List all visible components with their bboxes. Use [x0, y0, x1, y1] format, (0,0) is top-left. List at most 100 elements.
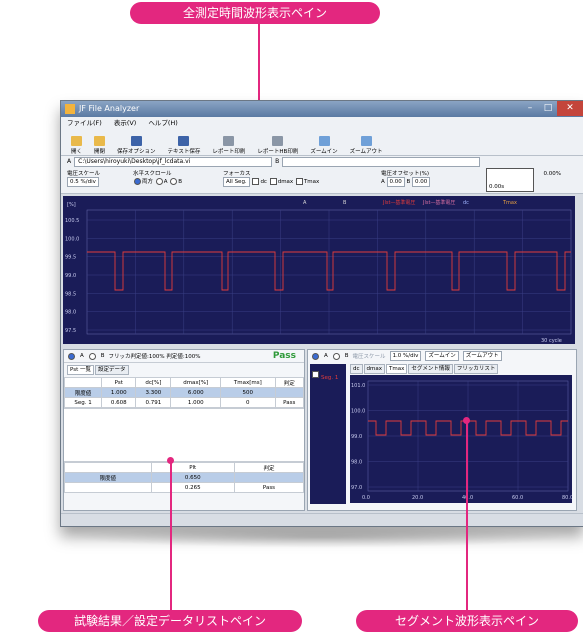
- hscroll-b-radio[interactable]: [170, 178, 178, 185]
- focus-label: フォーカス: [223, 171, 251, 177]
- segment-radio-b[interactable]: [332, 352, 340, 360]
- segment-scale-label: 電圧スケール: [352, 354, 386, 360]
- tab-pst-list[interactable]: Pst 一覧: [67, 365, 94, 375]
- y-tick-label: 100.5: [65, 218, 79, 224]
- segment-y-tick-label: 99.0: [351, 434, 362, 440]
- zoom-in-button[interactable]: ズームイン: [306, 136, 341, 155]
- seg-tab-tmax[interactable]: Tmax: [386, 364, 408, 374]
- y-tick-label: 100.0: [65, 236, 79, 242]
- menu-bar: ファイル(F) 表示(V) ヘルプ(H): [61, 117, 583, 129]
- segment-y-tick-label: 101.0: [351, 383, 365, 389]
- title-bar: JF File Analyzer – □ ✕: [61, 101, 583, 117]
- full-waveform-svg: 100.5 100.0 99.5 99.0 98.5 98.0 97.5 [%] 30 cycl…: [65, 199, 572, 344]
- callout-bottom-right: セグメント波形表示ペイン: [356, 610, 578, 632]
- segment-y-tick-label: 98.0: [351, 460, 362, 466]
- dmax-checkbox[interactable]: [269, 178, 277, 185]
- y-tick-label: 99.0: [65, 273, 76, 279]
- text-save-button[interactable]: テキスト保存: [164, 136, 205, 155]
- legend-entry: dc: [463, 200, 469, 206]
- window-title: JF File Analyzer: [79, 104, 140, 113]
- segment-scale-select[interactable]: 1.0 %/div: [389, 351, 422, 361]
- path-bar: A C:\Users\hiroyuki\Desktop\jf_lcdata.vi…: [61, 156, 583, 167]
- close-button[interactable]: ✕: [557, 101, 583, 116]
- segment-y-tick-label: 100.0: [351, 409, 365, 415]
- result-radio-a[interactable]: [68, 352, 75, 360]
- table-row[interactable]: 限度値 1.000 3.300 6.000 500: [63, 387, 305, 398]
- full-waveform-plot[interactable]: 100.5 100.0 99.5 99.0 98.5 98.0 97.5 [%] 30 cycl…: [63, 196, 575, 344]
- pass-indicator: Pass: [272, 351, 296, 361]
- callout-right-line: [466, 420, 468, 610]
- save-option-button[interactable]: 保存オプション: [113, 136, 160, 155]
- seg-tab-segment-info[interactable]: セグメント情報: [408, 364, 453, 374]
- file-path-field-b[interactable]: [282, 156, 481, 167]
- legend-entry: Tmax: [502, 200, 517, 206]
- tab-settings-data[interactable]: 設定データ: [95, 365, 129, 375]
- y-tick-label: 98.5: [65, 291, 76, 297]
- folder-icon: [71, 136, 82, 146]
- folder-close-icon: [94, 136, 106, 146]
- segment-x-tick-label: 60.0: [512, 495, 523, 501]
- y-tick-label: 99.5: [65, 255, 76, 261]
- seg1-label: Seg. 1: [321, 375, 339, 381]
- segment-x-tick-label: 20.0: [412, 495, 423, 501]
- y-tick-label: 97.5: [65, 328, 76, 334]
- segment-waveform-pane: A B 電圧スケール 1.0 %/div ズームイン ズームアウト Seg. 1…: [307, 349, 577, 511]
- close-file-button[interactable]: 開閉: [90, 136, 109, 155]
- result-radio-b[interactable]: [88, 352, 96, 360]
- segment-plot[interactable]: 101.0100.099.098.097.00.020.040.060.080.…: [350, 375, 573, 503]
- segment-zoom-out-button[interactable]: ズームアウト: [462, 351, 502, 361]
- plt-table: Plt 判定 限度値 0.650 0.265 Pass: [64, 462, 305, 493]
- offset-a-label: A: [381, 179, 385, 185]
- segment-list[interactable]: Seg. 1: [310, 364, 346, 504]
- table-row[interactable]: Seg. 1 0.608 0.791 1.000 0 Pass: [63, 397, 305, 408]
- menu-file[interactable]: ファイル(F): [67, 117, 102, 129]
- app-window: JF File Analyzer – □ ✕ ファイル(F) 表示(V) ヘルプ…: [60, 100, 583, 527]
- control-row: 電圧スケール 0.5 %/div 水平スクロール 両方 A B フォーカス Al…: [61, 167, 583, 194]
- offset-b-input[interactable]: 0.00: [412, 177, 431, 187]
- segment-zoom-in-button[interactable]: ズームイン: [425, 351, 459, 361]
- result-list-pane: A B フリッカ判定値:100% 判定値:100% Pass Pst 一覧 設定…: [63, 349, 305, 511]
- table-row[interactable]: 0.265 Pass: [64, 482, 305, 493]
- focus-select[interactable]: All Seg.: [223, 177, 250, 187]
- seg1-checkbox[interactable]: [312, 371, 319, 378]
- segment-waveform-svg: 101.0100.099.098.097.00.020.040.060.080.…: [351, 380, 573, 501]
- segment-radio-a[interactable]: [312, 352, 319, 360]
- menu-help[interactable]: ヘルプ(H): [148, 117, 177, 129]
- legend-entry: A: [303, 200, 307, 206]
- offset-a-input[interactable]: 0.00: [386, 177, 405, 187]
- hscroll-a-radio[interactable]: [155, 178, 163, 185]
- segment-x-tick-label: 80.0: [562, 495, 572, 501]
- open-button[interactable]: 開く: [67, 136, 86, 155]
- seg-tab-dc[interactable]: dc: [350, 364, 363, 374]
- seg-tab-flicker-list[interactable]: フリッカリスト: [453, 364, 499, 374]
- report-print-button[interactable]: レポート印刷: [208, 136, 249, 155]
- y-unit-label: [%]: [67, 202, 76, 208]
- hscroll-label: 水平スクロール: [133, 171, 172, 177]
- zoom-out-button[interactable]: ズームアウト: [346, 136, 387, 155]
- status-bar: [61, 513, 583, 526]
- seg-tab-dmax[interactable]: dmax: [363, 364, 385, 374]
- dc-checkbox[interactable]: [252, 178, 260, 185]
- hscroll-both-radio[interactable]: [134, 178, 141, 185]
- legend-entry: B: [343, 200, 347, 206]
- zoom-in-icon: [318, 136, 330, 146]
- callout-left-line: [170, 460, 172, 610]
- pst-table: Pst dc[%] dmax[%] Tmax[ms] 判定 限度値 1.000 …: [63, 377, 305, 408]
- menu-view[interactable]: 表示(V): [114, 117, 137, 129]
- legend-entry: Jlst—基準電圧: [422, 199, 455, 206]
- segment-x-tick-label: 0.0: [362, 495, 370, 501]
- callout-top: 全測定時間波形表示ペイン: [130, 2, 380, 24]
- legend-entry: Jlst—基準電圧: [382, 199, 415, 206]
- file-path-field[interactable]: C:\Users\hiroyuki\Desktop\jf_lcdata.vi: [74, 156, 273, 167]
- scale-indicator-box: 0.00% 0.00s: [486, 168, 561, 192]
- save-icon: [130, 136, 142, 146]
- offset-label: 電圧オフセット(%): [381, 171, 430, 177]
- voltage-scale-select[interactable]: 0.5 %/div: [67, 177, 99, 187]
- printer-icon: [272, 136, 284, 146]
- report-hb-print-button[interactable]: レポートHB印刷: [253, 136, 302, 155]
- x-axis-label: 30 cycle: [541, 338, 562, 344]
- maximize-button[interactable]: □: [539, 101, 557, 116]
- table-row[interactable]: 限度値 0.650: [64, 472, 305, 483]
- tmax-checkbox[interactable]: [295, 178, 303, 185]
- minimize-button[interactable]: –: [521, 101, 539, 116]
